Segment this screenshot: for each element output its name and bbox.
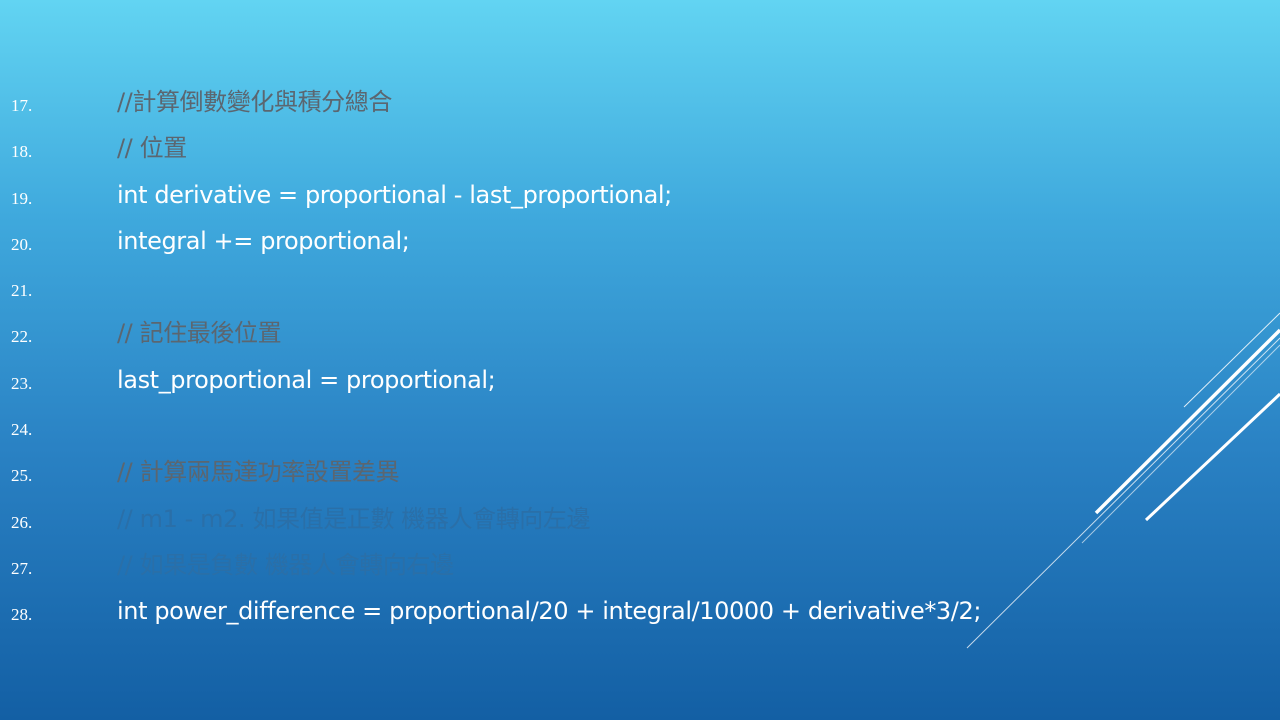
line-number: 26. (11, 512, 33, 532)
slide: 17. //計算倒數變化與積分總合 18. // 位置 19. int deri… (0, 0, 1280, 720)
code-line-23: 23. last_proportional = proportional; (0, 360, 1240, 406)
line-number: 19. (11, 188, 33, 208)
code-statement: integral += proportional; (117, 226, 410, 255)
code-listing: 17. //計算倒數變化與積分總合 18. // 位置 19. int deri… (0, 82, 1240, 638)
code-line-17: 17. //計算倒數變化與積分總合 (0, 82, 1240, 128)
code-line-20: 20. integral += proportional; (0, 221, 1240, 267)
line-number: 23. (11, 373, 33, 393)
line-number: 27. (11, 558, 33, 578)
code-statement: last_proportional = proportional; (117, 365, 496, 394)
line-number: 17. (11, 96, 33, 115)
code-comment: // 位置 (117, 134, 187, 163)
code-statement: int derivative = proportional - last_pro… (117, 180, 672, 209)
code-comment: // m1 - m2. 如果值是正數 機器人會轉向左邊 (117, 504, 591, 533)
line-number: 24. (11, 420, 33, 440)
line-number: 20. (11, 234, 33, 254)
code-line-28: 28. int power_difference = proportional/… (0, 591, 1240, 637)
code-comment: //計算倒數變化與積分總合 (117, 88, 392, 116)
code-line-25: 25. // 計算兩馬達功率設置差異 (0, 452, 1240, 498)
code-line-21: 21. (0, 267, 1240, 313)
code-line-26: 26. // m1 - m2. 如果值是正數 機器人會轉向左邊 (0, 499, 1240, 545)
line-number: 22. (11, 327, 33, 347)
code-line-27: 27. // 如果是負數 機器人會轉向右邊 (0, 545, 1240, 591)
code-comment: // 記住最後位置 (117, 319, 282, 348)
code-line-18: 18. // 位置 (0, 128, 1240, 174)
line-number: 25. (11, 466, 33, 486)
line-number: 21. (11, 281, 33, 301)
code-line-22: 22. // 記住最後位置 (0, 313, 1240, 359)
code-comment: // 如果是負數 機器人會轉向右邊 (117, 550, 454, 579)
code-line-24: 24. (0, 406, 1240, 452)
line-number: 18. (11, 142, 33, 162)
code-comment: // 計算兩馬達功率設置差異 (117, 458, 400, 487)
code-line-19: 19. int derivative = proportional - last… (0, 175, 1240, 221)
code-statement: int power_difference = proportional/20 +… (117, 597, 982, 626)
line-number: 28. (11, 605, 33, 625)
